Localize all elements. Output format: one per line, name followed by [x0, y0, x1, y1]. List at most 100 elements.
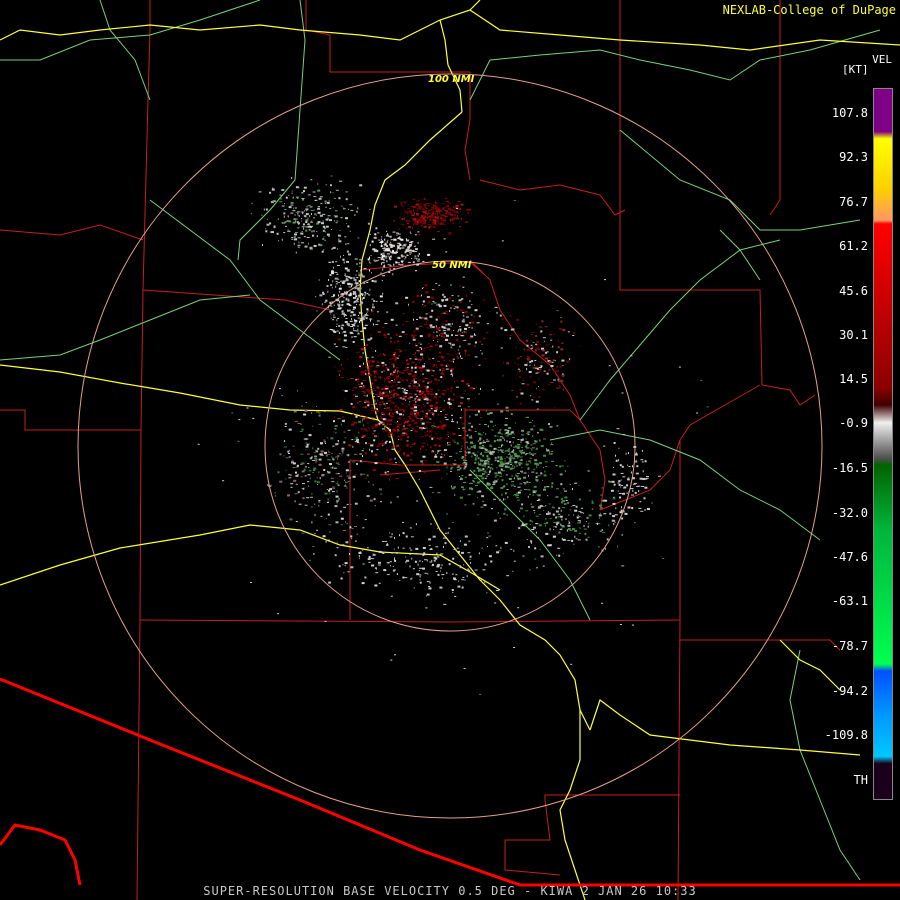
echo-pixel — [426, 581, 430, 583]
echo-pixel — [373, 498, 376, 501]
echo-pixel — [361, 436, 364, 438]
echo-pixel — [577, 522, 581, 524]
echo-pixel — [314, 213, 317, 215]
echo-pixel — [352, 445, 354, 448]
echo-pixel — [515, 462, 517, 465]
echo-pixel — [429, 220, 432, 221]
echo-pixel — [482, 299, 486, 301]
echo-pixel — [419, 579, 421, 581]
echo-pixel — [423, 203, 427, 206]
echo-pixel — [293, 410, 297, 413]
echo-pixel — [553, 522, 557, 523]
echo-pixel — [502, 374, 504, 377]
echo-pixel — [441, 299, 445, 302]
echo-pixel — [441, 574, 445, 576]
echo-pixel — [381, 541, 385, 542]
echo-pixel — [521, 429, 524, 432]
echo-pixel — [431, 559, 433, 562]
echo-pixel — [428, 209, 432, 211]
echo-pixel — [291, 237, 294, 238]
echo-pixel — [456, 211, 459, 214]
echo-pixel — [644, 509, 646, 511]
echo-pixel — [333, 431, 335, 433]
echo-pixel — [348, 477, 352, 479]
echo-pixel — [508, 427, 512, 429]
echo-pixel — [642, 470, 644, 473]
echo-pixel — [415, 387, 419, 389]
echo-pixel — [342, 530, 346, 531]
echo-pixel — [323, 469, 326, 471]
echo-pixel — [428, 399, 432, 402]
echo-pixel — [395, 332, 397, 334]
echo-pixel — [459, 565, 461, 567]
echo-pixel — [343, 334, 347, 337]
echo-pixel — [511, 389, 514, 391]
echo-pixel — [383, 407, 386, 409]
echo-pixel — [539, 462, 542, 465]
echo-pixel — [449, 219, 453, 221]
echo-pixel — [604, 547, 606, 550]
echo-pixel — [354, 435, 356, 437]
echo-pixel — [291, 177, 293, 179]
echo-pixel — [535, 523, 539, 525]
echo-pixel — [303, 227, 305, 230]
echo-pixel — [631, 507, 634, 510]
echo-pixel — [324, 492, 328, 495]
echo-pixel — [658, 475, 661, 477]
echo-pixel — [358, 304, 361, 306]
echo-pixel — [382, 445, 384, 447]
echo-pixel — [304, 215, 307, 218]
echo-pixel — [464, 448, 467, 451]
echo-pixel — [376, 320, 380, 322]
echo-pixel — [375, 394, 378, 395]
echo-pixel — [422, 547, 426, 549]
echo-pixel — [538, 326, 542, 328]
echo-pixel — [330, 437, 334, 440]
echo-pixel — [330, 305, 333, 307]
echo-pixel — [361, 582, 365, 585]
echo-pixel — [387, 562, 390, 564]
echo-pixel — [367, 310, 369, 312]
echo-pixel — [393, 355, 396, 358]
echo-pixel — [331, 296, 334, 298]
echo-pixel — [465, 450, 467, 453]
echo-pixel — [514, 465, 516, 468]
echo-pixel — [578, 511, 582, 513]
echo-pixel — [472, 480, 475, 482]
echo-pixel — [332, 280, 334, 283]
echo-pixel — [486, 537, 489, 539]
echo-pixel — [440, 422, 442, 424]
echo-pixel — [446, 334, 449, 337]
echo-pixel — [418, 221, 420, 224]
echo-pixel — [545, 466, 548, 467]
echo-pixel — [387, 333, 390, 335]
echo-pixel — [394, 358, 397, 361]
echo-pixel — [403, 427, 407, 430]
echo-pixel — [443, 335, 445, 338]
echo-pixel — [364, 576, 367, 579]
echo-pixel — [549, 518, 552, 520]
echo-pixel — [462, 318, 465, 320]
echo-pixel — [389, 265, 392, 267]
echo-pixel — [561, 359, 565, 362]
echo-pixel — [374, 233, 377, 236]
echo-pixel — [499, 461, 501, 464]
echo-pixel — [439, 421, 442, 423]
echo-pixel — [479, 693, 482, 695]
echo-pixel — [446, 434, 449, 436]
echo-pixel — [328, 489, 331, 492]
echo-pixel — [383, 265, 386, 268]
echo-pixel — [543, 488, 546, 491]
echo-pixel — [512, 570, 514, 572]
echo-pixel — [493, 482, 496, 484]
echo-pixel — [345, 521, 347, 523]
echo-pixel — [598, 546, 600, 548]
echo-pixel — [451, 346, 453, 349]
echo-pixel — [309, 477, 311, 480]
echo-pixel — [551, 482, 554, 485]
echo-pixel — [422, 567, 425, 570]
echo-pixel — [419, 397, 421, 399]
echo-pixel — [357, 401, 359, 404]
echo-pixel — [308, 559, 311, 561]
echo-pixel — [587, 516, 589, 519]
